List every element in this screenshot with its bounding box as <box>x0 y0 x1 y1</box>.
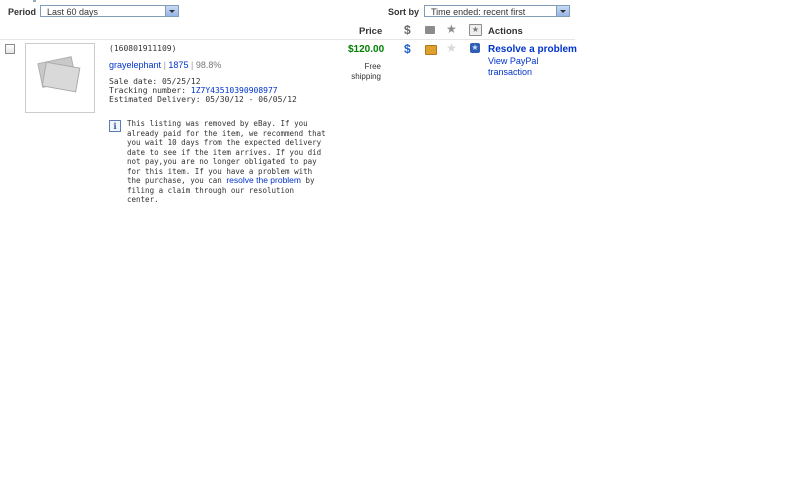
info-icon: i <box>109 120 121 132</box>
leave-feedback-star-icon[interactable]: ★ <box>446 41 457 55</box>
item-select-checkbox[interactable] <box>5 44 15 54</box>
positive-feedback-percent: 98.8% <box>195 60 222 70</box>
tracking-number-link[interactable]: 1Z7Y43510390908977 <box>191 86 278 95</box>
sale-date: Sale date: 05/25/12 <box>109 77 201 86</box>
view-paypal-line1: View PayPal <box>488 56 539 66</box>
view-paypal-transaction-link[interactable]: View PayPal transaction <box>488 56 538 78</box>
view-paypal-line2: transaction <box>488 67 533 77</box>
sortby-label: Sort by <box>388 7 420 17</box>
chevron-down-icon[interactable] <box>556 6 569 16</box>
header-divider <box>0 39 575 40</box>
resolve-problem-link[interactable]: Resolve a problem <box>488 44 577 55</box>
shipped-box-icon <box>425 45 437 55</box>
sortby-select[interactable]: Time ended: recent first <box>424 5 570 17</box>
sortby-select-value: Time ended: recent first <box>431 7 526 17</box>
seller-info: grayelephant | 1875 | 98.8% <box>109 60 221 70</box>
period-select-value: Last 60 days <box>47 7 99 17</box>
separator: | <box>163 60 166 70</box>
item-thumbnail[interactable] <box>25 43 95 113</box>
tracking-label: Tracking number: <box>109 86 187 95</box>
item-price: $120.00 <box>348 44 385 55</box>
estimated-delivery: Estimated Delivery: 05/30/12 - 06/05/12 <box>109 95 297 104</box>
paid-dollar-icon: $ <box>404 42 411 56</box>
chevron-down-icon[interactable] <box>165 6 178 16</box>
column-header-price: Price <box>359 26 383 37</box>
resolve-the-problem-link[interactable]: resolve the problem <box>226 175 301 185</box>
seller-link[interactable]: grayelephant <box>109 60 161 70</box>
feedback-received-header-icon: ★ <box>469 24 482 36</box>
placeholder-image-icon <box>37 56 81 93</box>
period-select[interactable]: Last 60 days <box>40 5 179 17</box>
period-label: Period <box>8 7 37 17</box>
top-scroll-tick <box>33 0 36 2</box>
feedback-received-star-icon: ★ <box>470 43 480 53</box>
feedback-score-link[interactable]: 1875 <box>168 60 188 70</box>
item-number: (160801911109) <box>109 44 177 53</box>
shipped-status-header-icon <box>425 26 435 34</box>
tracking-row: Tracking number: 1Z7Y43510390908977 <box>109 86 278 95</box>
removed-listing-notice: This listing was removed by eBay. If you… <box>127 119 327 205</box>
separator: | <box>190 60 194 70</box>
column-header-actions: Actions <box>488 26 523 37</box>
shipping-cost: Free shipping <box>351 62 381 81</box>
paid-status-header-icon: $ <box>404 23 411 37</box>
feedback-left-header-icon: ★ <box>446 22 457 36</box>
